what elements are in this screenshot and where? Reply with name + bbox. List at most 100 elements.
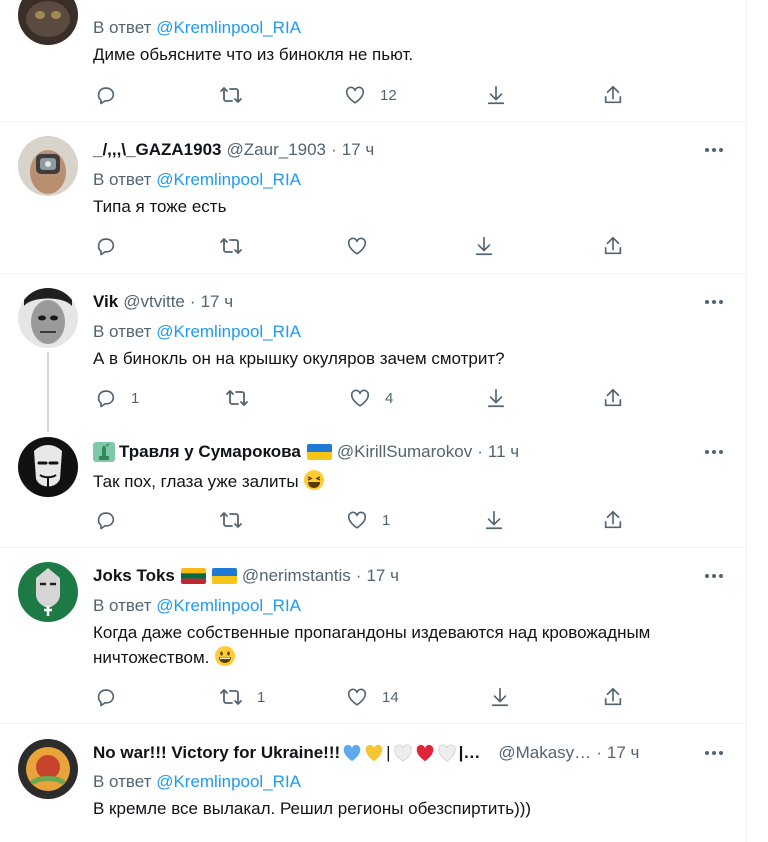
divider-bar: | [386,743,391,762]
reply-context: В ответ @Kremlinpool_RIA [93,596,301,616]
tweet-separator [0,121,746,122]
mention-link[interactable]: @Kremlinpool_RIA [156,170,301,189]
tweet-text: А в бинокль он на крышку окуляров зачем … [93,349,505,368]
share-button[interactable] [602,684,624,710]
like-count: 12 [380,86,397,104]
tweet-text: Типа я тоже есть [93,197,227,216]
retweet-button[interactable] [225,385,249,411]
tweet-actions: 1 14 [93,684,633,710]
reply-context: В ответ @Kremlinpool_RIA [93,322,301,342]
thread-connector [47,352,49,432]
more-options-button[interactable] [703,565,725,587]
tweet-time[interactable]: 11 ч [488,442,519,462]
download-button[interactable] [485,385,507,411]
yellow-heart-icon [365,744,383,762]
avatar[interactable] [18,739,78,799]
share-button[interactable] [602,385,624,411]
download-button[interactable] [473,233,495,259]
download-button[interactable] [485,82,507,108]
white-heart-icon [393,744,412,762]
reply-button[interactable] [95,82,117,108]
reply-prefix: В ответ [93,18,152,37]
reply-button[interactable] [95,233,117,259]
like-icon [345,86,365,104]
tweet-actions: 1 4 [93,385,633,411]
retweet-button[interactable] [219,507,243,533]
like-button[interactable]: 1 [346,507,390,533]
more-options-button[interactable] [703,441,725,463]
retweet-button[interactable] [219,82,243,108]
reply-prefix: В ответ [93,596,152,615]
retweet-button[interactable]: 1 [219,684,265,710]
download-button[interactable] [489,684,511,710]
more-icon [705,574,723,578]
share-button[interactable] [602,233,624,259]
share-icon [604,85,622,104]
share-button[interactable] [602,507,624,533]
share-icon [604,388,622,407]
tweet-time[interactable]: 17 ч [201,292,234,312]
share-icon [604,236,622,255]
like-icon [350,389,370,407]
reply-prefix: В ответ [93,170,152,189]
grinning-emoji-icon [215,646,236,666]
statue-emoji-icon [93,442,115,462]
lithuania-flag-icon [180,568,206,584]
share-button[interactable] [602,82,624,108]
mention-link[interactable]: @Kremlinpool_RIA [156,772,301,791]
tweet-feed: В ответ @Kremlinpool_RIA Диме обьясните … [0,0,747,842]
download-button[interactable] [483,507,505,533]
reply-icon [97,238,115,256]
tweet-header: Травля у Сумарокова @KirillSumarokov · 1… [93,440,519,464]
like-button[interactable]: 12 [344,82,397,108]
avatar[interactable] [18,562,78,622]
mention-link[interactable]: @Kremlinpool_RIA [156,322,301,341]
like-button[interactable] [346,233,368,259]
display-name[interactable]: _/,,,\_GAZA1903 [93,140,222,160]
download-icon [485,510,503,530]
reply-button[interactable]: 1 [95,385,139,411]
display-name[interactable]: No war!!! Victory for Ukraine!!! [93,743,340,763]
more-icon [705,450,723,454]
white-heart-icon [437,744,456,762]
mention-link[interactable]: @Kremlinpool_RIA [156,18,301,37]
tweet-time[interactable]: 17 ч [366,566,399,586]
user-handle[interactable]: @KirillSumarokov [337,442,472,462]
tweet-time[interactable]: 17 ч [607,743,640,763]
like-icon [347,511,367,529]
user-handle[interactable]: @vtvitte [123,292,185,312]
avatar[interactable] [18,0,78,45]
tweet-header: No war!!! Victory for Ukraine!!! | |… @M… [93,741,639,765]
avatar[interactable] [18,437,78,497]
reply-context: В ответ @Kremlinpool_RIA [93,772,301,792]
reply-icon [97,87,115,105]
avatar[interactable] [18,136,78,196]
more-options-button[interactable] [703,291,725,313]
like-button[interactable]: 14 [346,684,399,710]
retweet-button[interactable] [219,233,243,259]
user-handle[interactable]: @nerimstantis [242,566,351,586]
avatar[interactable] [18,288,78,348]
like-button[interactable]: 4 [349,385,393,411]
retweet-icon [220,512,242,528]
user-handle[interactable]: @Makasy… [498,743,591,763]
like-icon [347,237,367,255]
tweet-separator [0,547,746,548]
download-icon [487,388,505,408]
user-handle[interactable]: @Zaur_1903 [227,140,327,160]
more-options-button[interactable] [703,139,725,161]
mention-link[interactable]: @Kremlinpool_RIA [156,596,301,615]
display-name[interactable]: Joks Toks [93,566,175,586]
tweet-time[interactable]: 17 ч [342,140,375,160]
tweet-actions [93,233,633,259]
reply-button[interactable] [95,507,117,533]
share-icon [604,687,622,706]
display-name[interactable]: Vik [93,292,118,312]
like-count: 4 [385,389,394,407]
display-name[interactable]: Травля у Сумарокова [119,442,301,462]
reply-button[interactable] [95,684,117,710]
more-options-button[interactable] [703,742,725,764]
tweet-text: В кремле все вылакал. Решил регионы обез… [93,799,532,818]
tweet-actions: 1 [93,507,633,533]
tweet-text: Диме обьясните что из бинокля не пьют. [93,45,414,64]
